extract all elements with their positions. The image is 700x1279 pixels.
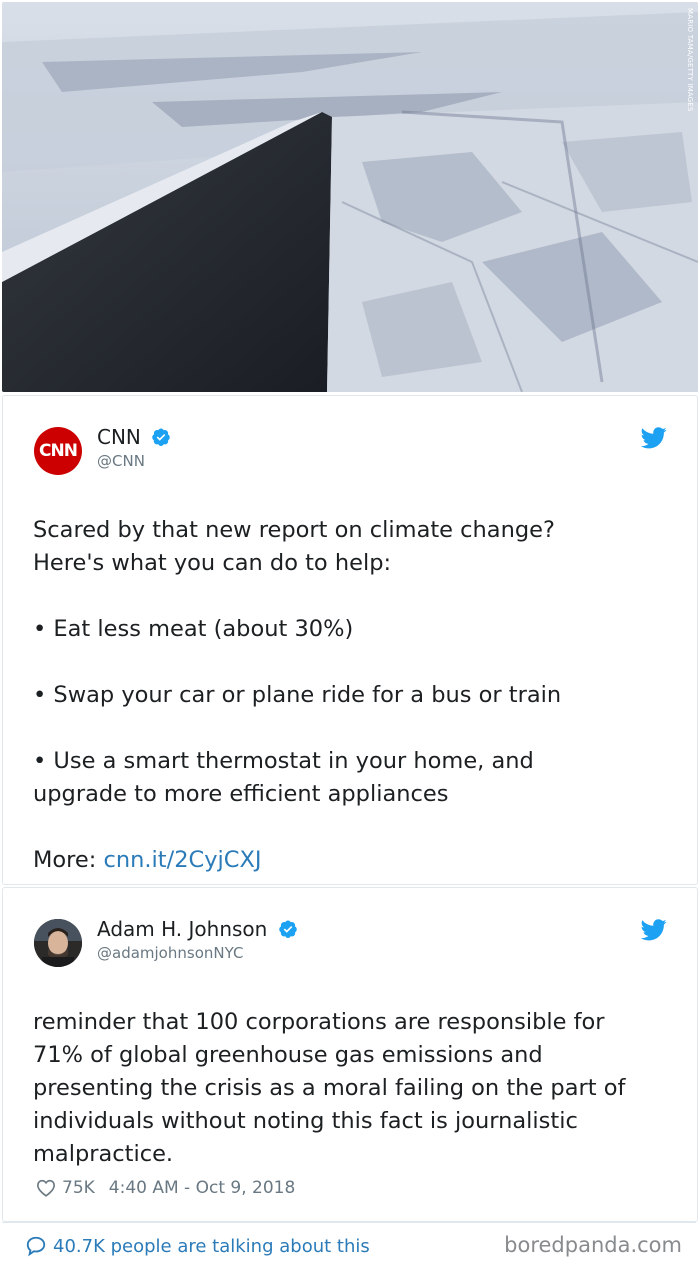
tweet-line: 71% of global greenhouse gas emissions a… bbox=[33, 1042, 543, 1068]
tweet-line: • Swap your car or plane ride for a bus … bbox=[33, 682, 562, 708]
speech-bubble-icon bbox=[26, 1236, 46, 1257]
like-count[interactable]: 75K bbox=[62, 1178, 95, 1198]
arctic-ice-illustration bbox=[2, 2, 698, 392]
tweet-text: Scared by that new report on climate cha… bbox=[33, 514, 667, 877]
tweet-line: Here's what you can do to help: bbox=[33, 550, 392, 576]
cnn-logo-icon: CNN bbox=[39, 441, 78, 461]
tweet-line: • Eat less meat (about 30%) bbox=[33, 616, 354, 642]
user-portrait-icon bbox=[34, 919, 82, 967]
avatar[interactable] bbox=[34, 919, 82, 967]
author-name[interactable]: Adam H. Johnson bbox=[97, 917, 298, 941]
arctic-ice-photo: MARIO TAMA/GETTY IMAGES bbox=[2, 2, 698, 392]
author-name[interactable]: CNN bbox=[97, 425, 171, 449]
author-name-text: Adam H. Johnson bbox=[97, 917, 268, 941]
photo-credit: MARIO TAMA/GETTY IMAGES bbox=[686, 8, 694, 112]
author-name-text: CNN bbox=[97, 425, 141, 449]
tweet-more-line: More: cnn.it/2CyjCXJ bbox=[33, 844, 667, 877]
twitter-bird-icon[interactable] bbox=[641, 427, 667, 449]
watermark-brand: boredpanda.com bbox=[504, 1233, 682, 1257]
tweet-card-cnn[interactable]: CNN CNN @CNN Scared by that new report o… bbox=[2, 395, 698, 885]
twitter-bird-icon[interactable] bbox=[641, 919, 667, 941]
tweet-line: • Use a smart thermostat in your home, a… bbox=[33, 748, 534, 774]
tweet-card-adam[interactable]: Adam H. Johnson @adamjohnsonNYC reminder… bbox=[2, 887, 698, 1222]
author-handle[interactable]: @CNN bbox=[97, 452, 145, 470]
heart-icon[interactable] bbox=[36, 1179, 56, 1197]
tweet-line: presenting the crisis as a moral failing… bbox=[33, 1075, 626, 1101]
more-label: More: bbox=[33, 847, 104, 873]
verified-badge-icon bbox=[152, 428, 170, 446]
tweet-text: reminder that 100 corporations are respo… bbox=[33, 1006, 667, 1171]
conversation-link[interactable]: 40.7K people are talking about this bbox=[25, 1235, 370, 1257]
timestamp[interactable]: 4:40 AM - Oct 9, 2018 bbox=[109, 1178, 296, 1198]
verified-badge-icon bbox=[278, 920, 297, 938]
tweet-line: Scared by that new report on climate cha… bbox=[33, 517, 555, 543]
article-link[interactable]: cnn.it/2CyjCXJ bbox=[104, 847, 262, 873]
talking-count: 40.7K people are talking about this bbox=[53, 1235, 370, 1257]
author-handle[interactable]: @adamjohnsonNYC bbox=[97, 944, 243, 962]
tweet-line: individuals without noting this fact is … bbox=[33, 1108, 578, 1134]
tweet-line: malpractice. bbox=[33, 1141, 174, 1167]
tweet-line: upgrade to more efficient appliances bbox=[33, 781, 449, 807]
tweet-meta: 75K 4:40 AM - Oct 9, 2018 bbox=[36, 1178, 295, 1198]
footer-bar: 40.7K people are talking about this bore… bbox=[2, 1222, 696, 1278]
tweet-line: reminder that 100 corporations are respo… bbox=[33, 1009, 605, 1035]
avatar[interactable]: CNN bbox=[34, 427, 82, 475]
